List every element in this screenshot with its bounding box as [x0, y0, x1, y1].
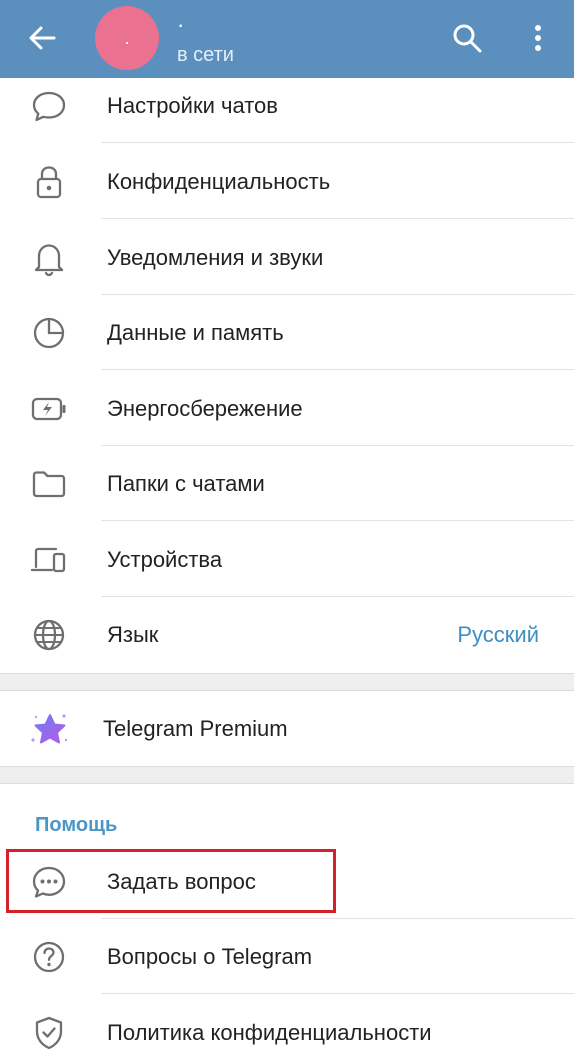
back-arrow-icon[interactable] — [22, 20, 62, 56]
settings-item-label: Уведомления и звуки — [107, 245, 324, 270]
devices-icon — [30, 541, 68, 579]
chat-bubble-icon — [30, 87, 68, 125]
settings-item-telegram-premium[interactable]: Telegram Premium — [0, 691, 574, 766]
divider — [101, 142, 574, 143]
globe-icon — [30, 616, 68, 654]
settings-item-privacy[interactable]: Конфиденциальность — [0, 144, 574, 219]
profile-name: · — [177, 12, 185, 37]
search-icon[interactable] — [449, 20, 485, 56]
online-status: в сети — [177, 44, 234, 66]
divider — [101, 993, 574, 994]
help-item-privacy-policy[interactable]: Политика конфиденциальности — [0, 995, 574, 1063]
help-item-telegram-faq[interactable]: Вопросы о Telegram — [0, 919, 574, 994]
settings-item-devices[interactable]: Устройства — [0, 522, 574, 597]
settings-item-label: Устройства — [107, 547, 223, 572]
separator-line — [0, 766, 574, 767]
help-item-label: Политика конфиденциальности — [107, 1020, 432, 1045]
premium-star-icon — [28, 707, 72, 751]
settings-item-chat-folders[interactable]: Папки с чатами — [0, 446, 574, 521]
settings-item-label: Данные и память — [107, 320, 284, 345]
settings-item-notifications[interactable]: Уведомления и звуки — [0, 220, 574, 295]
settings-item-label: Папки с чатами — [107, 471, 265, 496]
settings-item-label: Telegram Premium — [103, 716, 288, 741]
avatar-initial: · — [124, 32, 130, 52]
highlight-box — [6, 849, 336, 913]
help-item-label: Вопросы о Telegram — [107, 944, 313, 969]
bell-icon — [30, 239, 68, 277]
top-app-bar: · · в сети — [0, 0, 574, 78]
section-title-help: Помощь — [35, 814, 118, 836]
divider — [101, 369, 574, 370]
settings-item-power-saving[interactable]: Энергосбережение — [0, 371, 574, 446]
shield-check-icon — [30, 1014, 68, 1052]
settings-item-label: Настройки чатов — [107, 93, 278, 118]
settings-item-chat-settings[interactable]: Настройки чатов — [0, 68, 574, 143]
separator-line — [0, 783, 574, 784]
more-vertical-icon[interactable] — [524, 20, 552, 56]
battery-icon — [30, 390, 68, 428]
section-separator — [0, 766, 574, 784]
settings-item-language[interactable]: Язык Русский — [0, 597, 574, 672]
settings-item-data-storage[interactable]: Данные и память — [0, 295, 574, 370]
separator-line — [0, 673, 574, 674]
divider — [101, 218, 574, 219]
section-separator — [0, 673, 574, 691]
question-circle-icon — [30, 938, 68, 976]
lock-icon — [30, 163, 68, 201]
settings-item-label: Энергосбережение — [107, 396, 303, 421]
settings-item-label: Конфиденциальность — [107, 169, 331, 194]
pie-chart-icon — [30, 314, 68, 352]
current-language-value: Русский — [457, 622, 539, 647]
settings-item-label: Язык — [107, 622, 159, 647]
folder-icon — [30, 465, 68, 503]
divider — [101, 520, 574, 521]
avatar[interactable]: · — [95, 6, 159, 70]
